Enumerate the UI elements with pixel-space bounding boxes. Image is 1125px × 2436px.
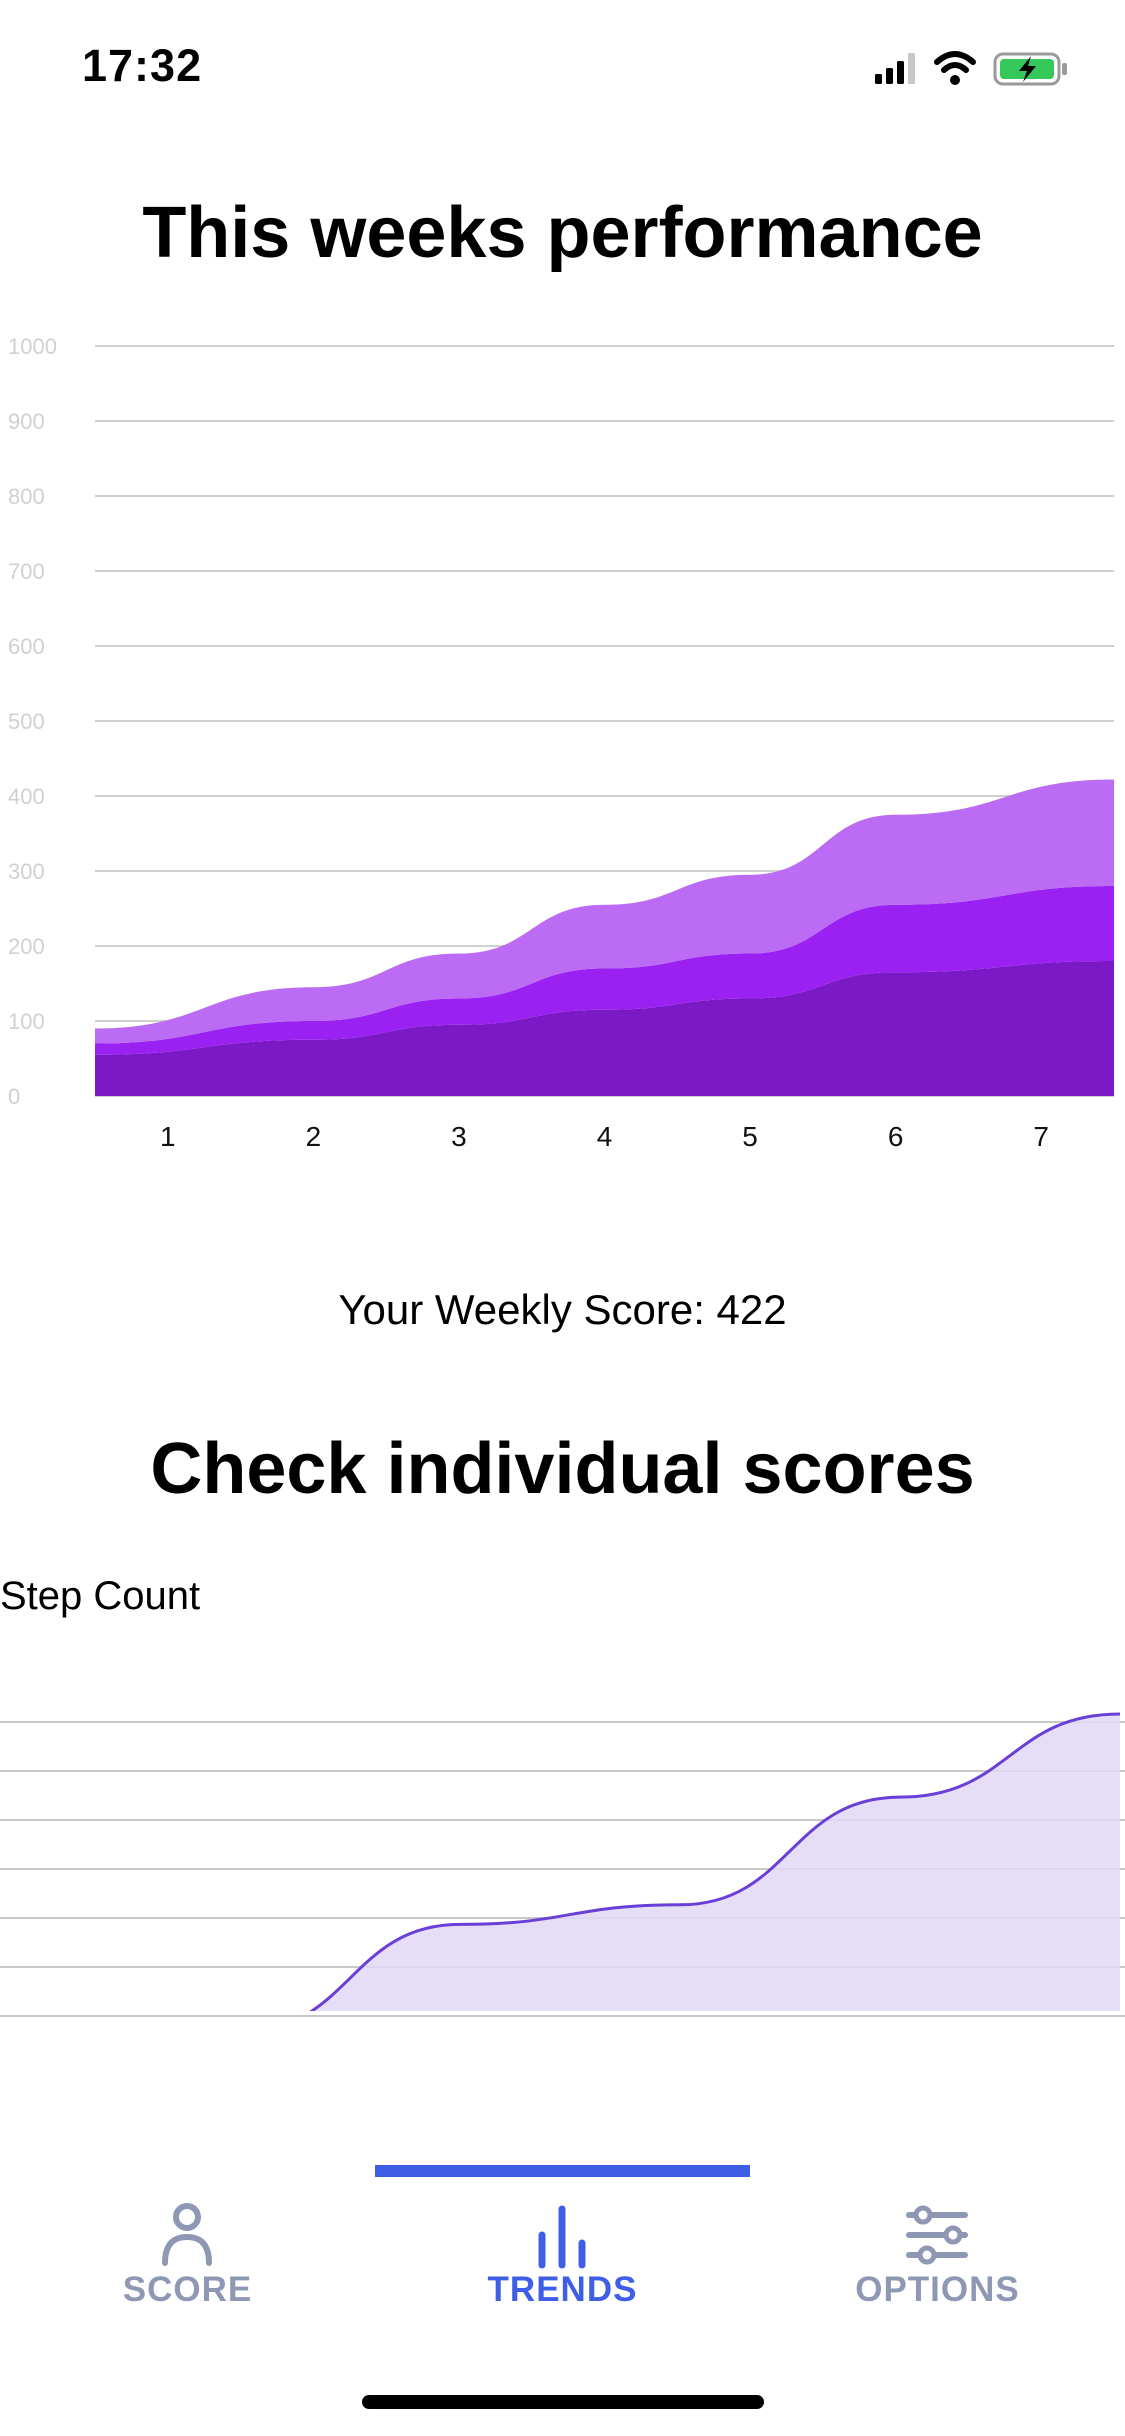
y-tick-label: 0 xyxy=(8,1084,20,1109)
sliders-icon xyxy=(906,2205,968,2265)
x-tick-label: 2 xyxy=(306,1121,322,1152)
y-tick-label: 200 xyxy=(8,934,45,959)
section-title: Check individual scores xyxy=(150,1429,975,1509)
wifi-icon xyxy=(934,51,976,85)
y-tick-label: 300 xyxy=(8,859,45,884)
x-tick-label: 3 xyxy=(451,1121,467,1152)
y-tick-label: 100 xyxy=(8,1009,45,1034)
step-count-label: Step Count xyxy=(0,1574,201,1618)
home-indicator xyxy=(362,2395,764,2409)
y-tick-label: 800 xyxy=(8,484,45,509)
y-tick-label: 400 xyxy=(8,784,45,809)
active-tab-indicator xyxy=(375,2165,750,2177)
tab-options-label: OPTIONS xyxy=(855,2270,1020,2309)
tab-score[interactable]: SCORE xyxy=(0,2140,375,2340)
performance-chart-x-axis: 1 2 3 4 5 6 7 xyxy=(160,1121,1049,1152)
tab-bar: SCORE TRENDS OPTIONS xyxy=(0,2140,1125,2340)
status-time: 17:32 xyxy=(82,40,203,91)
x-tick-label: 1 xyxy=(160,1121,176,1152)
tab-trends[interactable]: TRENDS xyxy=(375,2140,750,2340)
tab-score-label: SCORE xyxy=(122,2270,253,2309)
performance-chart-areas xyxy=(95,779,1114,1096)
y-tick-label: 600 xyxy=(8,634,45,659)
person-icon xyxy=(162,2203,212,2266)
bar-chart-icon xyxy=(538,2205,586,2269)
y-tick-label: 700 xyxy=(8,559,45,584)
x-tick-label: 5 xyxy=(742,1121,758,1152)
weekly-score: Your Weekly Score: 422 xyxy=(338,1286,787,1333)
y-tick-label: 1000 xyxy=(8,334,57,359)
performance-chart: 0 100 200 300 400 500 600 700 800 900 1000 1 2 3 4 5 6 7 xyxy=(8,334,1114,1152)
y-tick-label: 900 xyxy=(8,409,45,434)
x-tick-label: 6 xyxy=(888,1121,904,1152)
page-title: This weeks performance xyxy=(142,193,983,273)
step-count-chart-area xyxy=(309,1712,1121,2011)
x-tick-label: 4 xyxy=(597,1121,613,1152)
cellular-signal-icon xyxy=(875,53,915,84)
battery-charging-icon xyxy=(993,52,1067,86)
status-bar: 17:32 xyxy=(0,0,1125,135)
step-count-chart xyxy=(0,1712,1125,2017)
tab-options[interactable]: OPTIONS xyxy=(750,2140,1125,2340)
tab-trends-label: TRENDS xyxy=(487,2270,638,2309)
x-tick-label: 7 xyxy=(1033,1121,1049,1152)
status-icons xyxy=(875,51,1067,86)
performance-chart-y-axis: 0 100 200 300 400 500 600 700 800 900 1000 xyxy=(8,334,57,1109)
y-tick-label: 500 xyxy=(8,709,45,734)
step-area-fill xyxy=(311,1714,1120,2011)
